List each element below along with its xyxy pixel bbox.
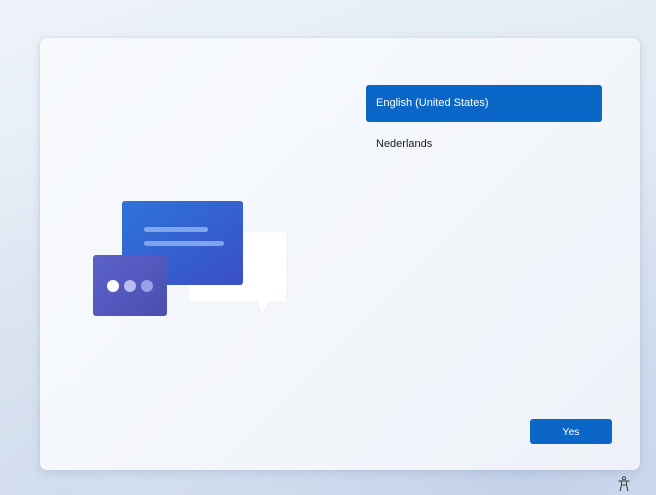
language-list: English (United States) Nederlands xyxy=(366,85,602,167)
yes-button[interactable]: Yes xyxy=(530,419,612,444)
language-option-nederlands[interactable]: Nederlands xyxy=(366,126,602,163)
accessibility-icon[interactable] xyxy=(617,476,631,492)
chat-bubbles-illustration-icon xyxy=(93,201,288,316)
setup-card: English (United States) Nederlands Yes xyxy=(40,38,640,470)
language-option-english-united-states[interactable]: English (United States) xyxy=(366,85,602,122)
